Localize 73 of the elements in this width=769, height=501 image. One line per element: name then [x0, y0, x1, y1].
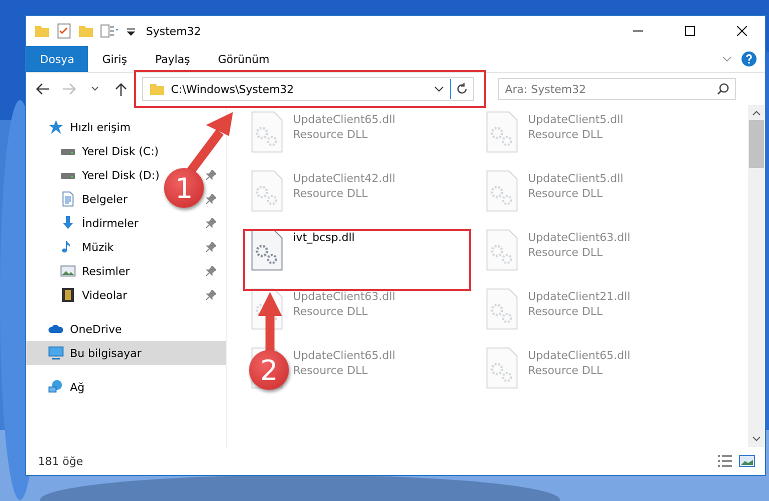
chevron-down-icon[interactable]	[752, 436, 761, 442]
sidebar-item[interactable]: OneDrive	[70, 322, 122, 336]
gear-file-icon	[486, 170, 518, 212]
gear-file-icon	[486, 229, 518, 271]
pin-icon	[206, 242, 216, 252]
minimize-icon	[633, 30, 643, 32]
pin-icon	[206, 170, 216, 180]
close-icon	[737, 26, 747, 36]
ribbon-tab[interactable]: Giriş	[88, 46, 142, 72]
folder-icon	[149, 81, 165, 97]
gear-file-icon	[251, 229, 283, 271]
document-icon	[60, 191, 76, 207]
left-arrow-icon	[36, 83, 50, 95]
chevron-down-icon	[91, 86, 99, 92]
picture-icon	[60, 263, 76, 279]
ribbon-tab[interactable]: Paylaş	[141, 46, 204, 72]
drive-icon	[60, 172, 76, 178]
sidebar-item[interactable]: İndirmeler	[82, 216, 138, 230]
file-type: Resource DLL	[528, 364, 604, 377]
ribbon-tab[interactable]: Görünüm	[204, 46, 284, 72]
star-icon	[48, 119, 64, 135]
sidebar-item[interactable]: Bu bilgisayar	[26, 341, 226, 365]
sidebar-item[interactable]: Müzik	[82, 240, 114, 254]
arrow	[258, 292, 282, 352]
search-field[interactable]: Ara: System32	[498, 78, 736, 100]
maximize-icon	[685, 26, 695, 36]
file-type: Resource DLL	[528, 246, 604, 259]
sidebar-item[interactable]: Yerel Disk (C:)	[82, 144, 159, 158]
gear-file-icon	[486, 347, 518, 389]
file-type: Resource DLL	[293, 364, 369, 377]
file-type: Resource DLL	[528, 128, 604, 141]
drive-icon	[60, 148, 76, 154]
gear-file-icon	[486, 111, 518, 153]
network-icon	[48, 379, 64, 395]
up-arrow-icon	[115, 82, 127, 96]
file-type: Resource DLL	[293, 305, 369, 318]
right-arrow-icon	[62, 83, 76, 95]
film-icon	[60, 287, 76, 303]
chevron-down-icon[interactable]	[434, 86, 444, 92]
address-path: C:\Windows\System32	[171, 82, 295, 96]
window-title: System32	[146, 24, 202, 38]
sidebar-item[interactable]: Belgeler	[82, 192, 128, 206]
gear-file-icon	[251, 170, 283, 212]
pin-icon	[206, 218, 216, 228]
chevron-up-icon[interactable]	[752, 110, 761, 116]
gear-file-icon	[486, 288, 518, 330]
address-bar[interactable]: C:\Windows\System32	[142, 77, 474, 101]
file-type: Resource DLL	[293, 187, 369, 200]
checklist-icon[interactable]	[56, 23, 72, 39]
item-count: 181 öğe	[38, 454, 84, 468]
pin-icon	[206, 194, 216, 204]
monitor-icon	[48, 345, 64, 361]
properties-icon[interactable]	[100, 23, 120, 39]
sidebar-item[interactable]: Videolar	[82, 288, 128, 302]
gear-file-icon	[251, 111, 283, 153]
scrollbar-thumb[interactable]	[749, 120, 764, 168]
sidebar-item[interactable]: Resimler	[82, 264, 130, 278]
file-type: Resource DLL	[528, 187, 604, 200]
scrollbar[interactable]	[748, 105, 765, 447]
sidebar-item[interactable]: Yerel Disk (D:)	[82, 168, 160, 182]
pin-icon	[206, 290, 216, 300]
file-name[interactable]: ivt_bcsp.dll	[293, 231, 355, 244]
large-icons-view-icon[interactable]	[739, 454, 755, 468]
details-view-icon[interactable]	[717, 454, 733, 468]
file-type: Resource DLL	[528, 305, 604, 318]
search-icon	[717, 83, 729, 95]
down-arrow-icon	[60, 215, 76, 231]
sidebar-item[interactable]: Ağ	[70, 380, 85, 394]
file-menu-tab[interactable]: Dosya	[26, 46, 88, 72]
folder-icon	[34, 23, 50, 39]
file-type: Resource DLL	[293, 128, 369, 141]
sidebar-item[interactable]: Hızlı erişim	[70, 120, 131, 134]
pin-icon	[206, 266, 216, 276]
